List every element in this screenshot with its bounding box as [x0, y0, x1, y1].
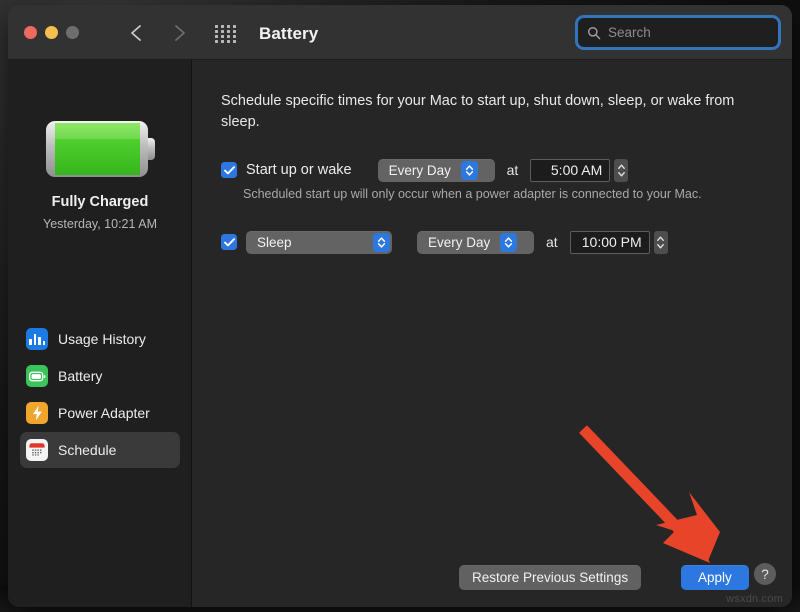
back-chevron-icon[interactable] — [124, 20, 150, 46]
startup-helper-text: Scheduled start up will only occur when … — [243, 187, 702, 201]
restore-previous-settings-button[interactable]: Restore Previous Settings — [459, 565, 641, 590]
zoom-button[interactable] — [66, 26, 79, 39]
sleep-time-field[interactable]: 10:00 PM — [570, 231, 650, 254]
startup-time-value: 5:00 AM — [551, 162, 602, 178]
sidebar-item-usage-history[interactable]: Usage History — [20, 321, 180, 357]
sleep-schedule-row: Sleep Every Day at — [221, 230, 668, 254]
calendar-icon — [26, 439, 48, 461]
content-pane: Schedule specific times for your Mac to … — [192, 60, 792, 607]
chevron-up-down-icon — [461, 161, 478, 180]
intro-description: Schedule specific times for your Mac to … — [221, 91, 766, 133]
sleep-checkbox[interactable] — [221, 234, 237, 250]
sidebar-item-power-adapter[interactable]: Power Adapter — [20, 395, 180, 431]
window-titlebar: Battery — [8, 5, 792, 60]
sidebar-item-label: Schedule — [58, 442, 116, 458]
battery-status-time: Yesterday, 10:21 AM — [8, 217, 192, 231]
battery-status-label: Fully Charged — [8, 194, 192, 210]
system-preferences-window: Battery — [8, 5, 792, 607]
startup-day-value: Every Day — [389, 163, 451, 178]
sleep-day-popup[interactable]: Every Day — [417, 231, 534, 254]
lightning-bolt-icon — [26, 402, 48, 424]
startup-row-label: Start up or wake — [246, 162, 352, 178]
sidebar-item-schedule[interactable]: Schedule — [20, 432, 180, 468]
sidebar-item-battery[interactable]: Battery — [20, 358, 180, 394]
sidebar-item-label: Battery — [58, 368, 102, 384]
forward-chevron-icon[interactable] — [166, 20, 192, 46]
startup-day-popup[interactable]: Every Day — [378, 159, 495, 182]
page-title: Battery — [259, 24, 318, 44]
sidebar-item-label: Usage History — [58, 331, 146, 347]
startup-time-stepper[interactable] — [614, 159, 628, 182]
startup-time-field[interactable]: 5:00 AM — [530, 159, 610, 182]
grid-view-icon[interactable] — [214, 24, 238, 42]
sleep-time-stepper[interactable] — [654, 231, 668, 254]
sidebar-nav-list: Usage History Battery — [20, 321, 180, 469]
startup-schedule-row: Start up or wake Every Day at 5:00 AM — [221, 158, 628, 182]
help-button[interactable]: ? — [754, 563, 776, 585]
search-icon — [587, 26, 601, 40]
battery-icon — [26, 365, 48, 387]
sleep-day-value: Every Day — [428, 235, 490, 250]
sleep-action-value: Sleep — [257, 235, 292, 250]
close-button[interactable] — [24, 26, 37, 39]
sleep-action-popup[interactable]: Sleep — [246, 231, 392, 254]
apply-button[interactable]: Apply — [681, 565, 749, 590]
startup-checkbox[interactable] — [221, 162, 237, 178]
sidebar: Fully Charged Yesterday, 10:21 AM Usage … — [8, 60, 192, 607]
startup-at-label: at — [507, 162, 519, 178]
chevron-up-down-icon — [373, 233, 390, 252]
battery-full-green-icon — [43, 118, 158, 181]
bar-chart-icon — [26, 328, 48, 350]
sidebar-item-label: Power Adapter — [58, 405, 150, 421]
minimize-button[interactable] — [45, 26, 58, 39]
sleep-at-label: at — [546, 234, 558, 250]
search-input[interactable] — [608, 25, 785, 40]
chevron-up-down-icon — [500, 233, 517, 252]
sleep-time-value: 10:00 PM — [582, 234, 642, 250]
watermark: wsxdn.com — [726, 593, 783, 605]
search-field[interactable] — [578, 18, 778, 47]
